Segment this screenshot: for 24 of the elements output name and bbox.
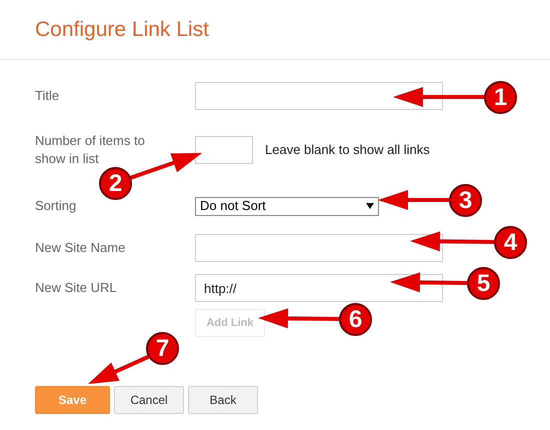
field-label: New Site Name bbox=[35, 239, 126, 257]
secondary-button[interactable]: Back bbox=[188, 386, 258, 414]
field-label: Title bbox=[35, 87, 60, 105]
hint-text: Leave blank to show all links bbox=[265, 141, 430, 160]
dropdown-arrow-icon bbox=[366, 203, 374, 209]
annotation-arrow bbox=[378, 190, 450, 210]
number-badge: 7 bbox=[146, 332, 179, 365]
number-badge: 6 bbox=[339, 303, 372, 336]
number-badge: 3 bbox=[449, 184, 482, 217]
number-badge: 1 bbox=[484, 81, 517, 114]
text-field[interactable] bbox=[195, 82, 443, 110]
field-label: Number of items to show in list bbox=[35, 132, 146, 168]
field-label: Sorting bbox=[35, 197, 78, 215]
text-field[interactable]: http:// bbox=[195, 274, 443, 302]
page-title: Configure Link List bbox=[35, 17, 210, 43]
sort-select[interactable]: Do not Sort bbox=[195, 196, 379, 216]
secondary-button[interactable]: Cancel bbox=[114, 386, 184, 414]
text-field[interactable] bbox=[195, 234, 443, 262]
number-badge: 4 bbox=[494, 226, 527, 259]
annotation-arrow bbox=[88, 354, 151, 384]
number-field[interactable] bbox=[195, 136, 253, 164]
number-badge: 2 bbox=[99, 167, 132, 200]
field-label: New Site URL bbox=[35, 279, 118, 297]
number-badge: 5 bbox=[467, 267, 500, 300]
